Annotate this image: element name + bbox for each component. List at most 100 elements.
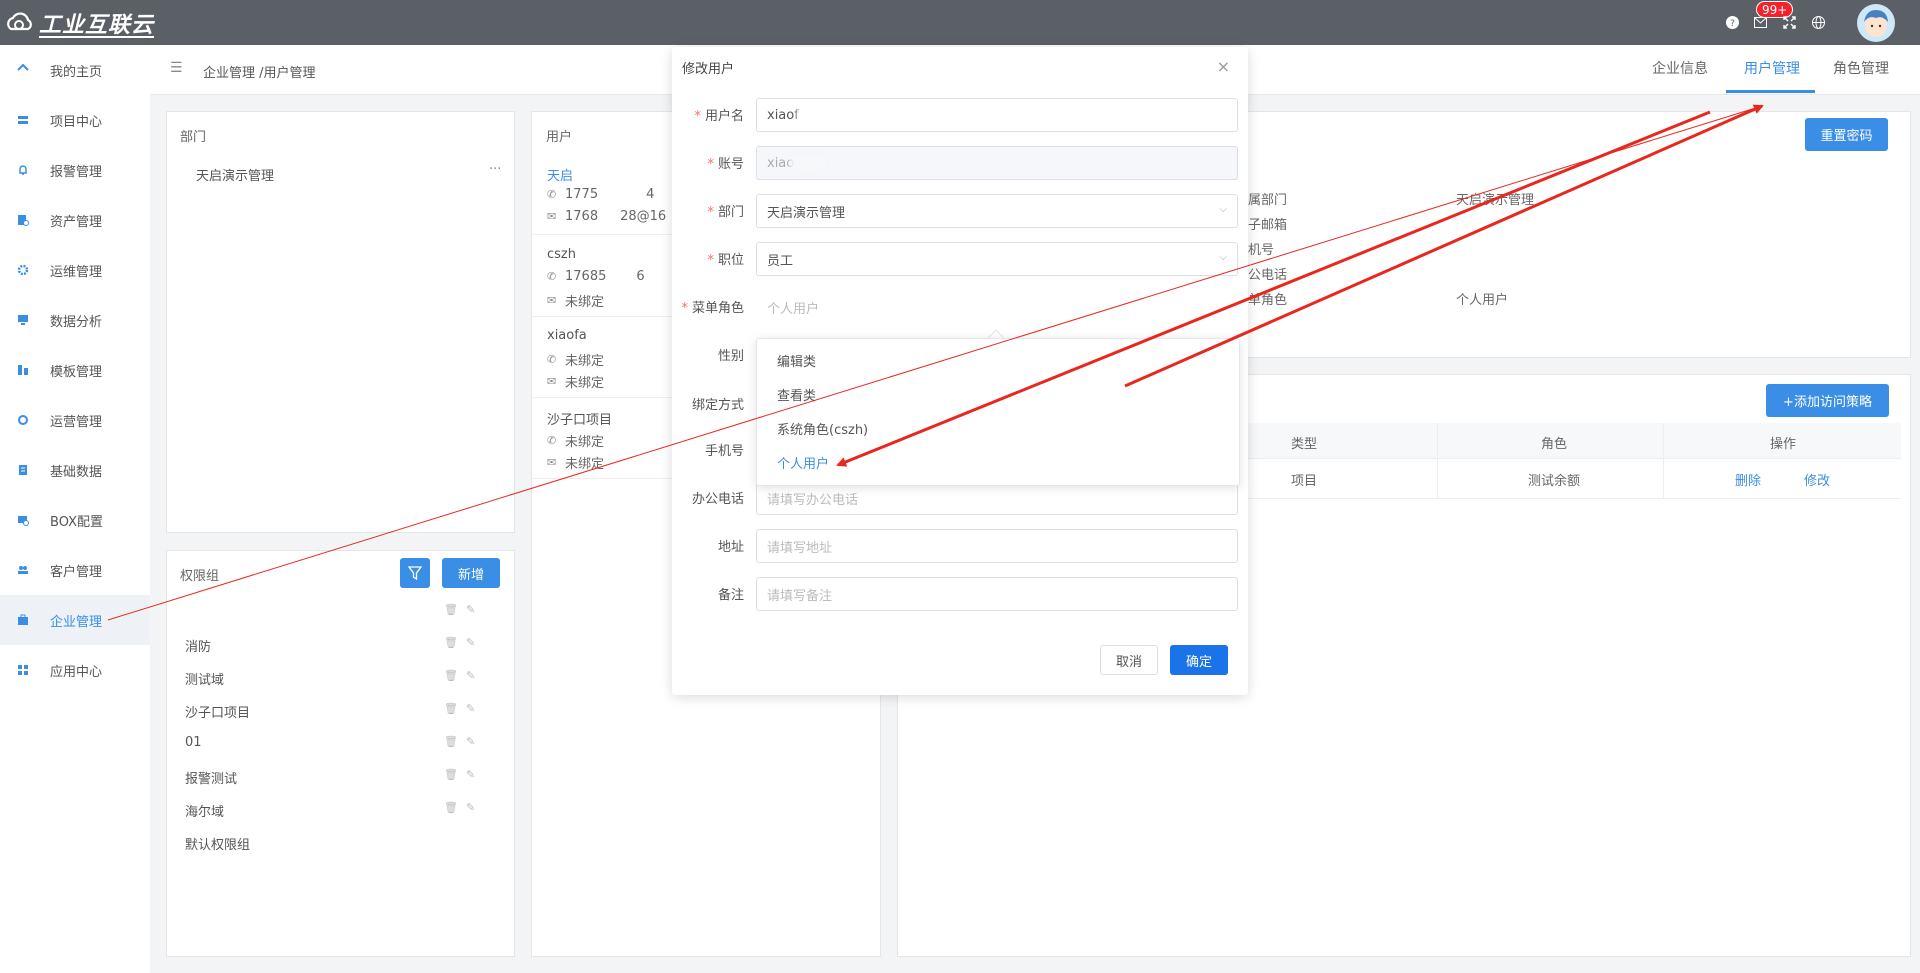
- sidebar-item-home[interactable]: 我的主页: [0, 45, 150, 95]
- sidebar-item-label: 模板管理: [50, 364, 103, 380]
- office-phone-input[interactable]: 请填写办公电话: [756, 481, 1238, 515]
- detail-label: 机号: [1248, 243, 1275, 258]
- user-avatar[interactable]: [1857, 4, 1895, 42]
- sidebar-item-projects[interactable]: 项目中心: [0, 95, 150, 145]
- sidebar-item-apps[interactable]: 应用中心: [0, 645, 150, 695]
- username-input[interactable]: xiaof: [756, 98, 1238, 132]
- account-input: xiao: [756, 146, 1238, 180]
- menu-role-select[interactable]: 个人用户: [756, 290, 1238, 324]
- edit-icon[interactable]: ✎: [466, 702, 475, 715]
- position-select[interactable]: 员工 ⌵: [756, 242, 1238, 276]
- user-name[interactable]: 天启: [547, 165, 573, 184]
- policy-type-cell: 项目: [1290, 474, 1318, 489]
- sidebar-item-label: 应用中心: [50, 664, 103, 680]
- user-name[interactable]: 沙子口项目: [547, 409, 612, 428]
- sidebar-item-label: 报警管理: [50, 164, 103, 180]
- row-actions: 🗑 ✎: [444, 636, 475, 649]
- filter-button[interactable]: [400, 558, 430, 588]
- edit-icon[interactable]: ✎: [466, 801, 475, 814]
- reset-password-button[interactable]: 重置密码: [1805, 118, 1888, 151]
- active-tab-indicator: [1726, 90, 1815, 93]
- delete-icon[interactable]: 🗑: [444, 702, 458, 715]
- chevron-down-icon: ⌵: [1219, 252, 1227, 263]
- address-label: 地址: [717, 540, 744, 555]
- edit-link[interactable]: 修改: [1804, 470, 1830, 489]
- add-access-policy-button[interactable]: +添加访问策略: [1766, 384, 1889, 417]
- sidebar-item-label: BOX配置: [50, 514, 103, 530]
- user-phone: ✆ 17685 6: [547, 269, 645, 284]
- tab-enterprise-info[interactable]: 企业信息: [1652, 58, 1708, 78]
- remark-input[interactable]: 请填写备注: [756, 577, 1238, 611]
- phone-label: 手机号: [704, 444, 744, 459]
- globe-icon[interactable]: [1810, 14, 1826, 30]
- sidebar-item-operations[interactable]: 运营管理: [0, 395, 150, 445]
- permission-group-title: 权限组: [180, 569, 220, 584]
- dropdown-option[interactable]: 编辑类: [777, 351, 816, 370]
- redaction-blur: [790, 154, 826, 172]
- dropdown-option-selected[interactable]: 个人用户: [777, 453, 829, 472]
- address-input[interactable]: 请填写地址: [756, 529, 1238, 563]
- delete-icon[interactable]: 🗑: [444, 768, 458, 781]
- logo[interactable]: 工业互联云: [5, 7, 154, 39]
- menu-toggle-icon[interactable]: ☰: [170, 60, 183, 76]
- delete-icon[interactable]: 🗑: [444, 669, 458, 682]
- row-actions: 🗑 ✎: [444, 603, 475, 616]
- bind-method-label: 绑定方式: [691, 398, 744, 413]
- tab-user-management[interactable]: 用户管理: [1744, 58, 1800, 78]
- tab-role-management[interactable]: 角色管理: [1833, 58, 1889, 78]
- detail-label: 子邮箱: [1248, 218, 1288, 233]
- edit-icon[interactable]: ✎: [466, 603, 475, 616]
- sidebar-item-box[interactable]: BOX配置: [0, 495, 150, 545]
- sidebar-item-alarms[interactable]: 报警管理: [0, 145, 150, 195]
- permission-group-row[interactable]: 海尔域: [185, 801, 224, 820]
- more-options-icon[interactable]: ···: [489, 162, 501, 177]
- add-permission-group-button[interactable]: 新增: [442, 558, 500, 588]
- column-header: 类型: [1290, 437, 1318, 452]
- user-name[interactable]: cszh: [547, 247, 576, 262]
- chevron-down-icon: ⌵: [1219, 204, 1227, 215]
- delete-icon[interactable]: 🗑: [444, 801, 458, 814]
- sidebar-item-customers[interactable]: 客户管理: [0, 545, 150, 595]
- fullscreen-icon[interactable]: [1781, 14, 1797, 30]
- user-phone: ✆ 未绑定: [547, 353, 605, 369]
- permission-group-row[interactable]: 报警测试: [185, 768, 237, 787]
- department-label: * 部门: [707, 205, 744, 220]
- confirm-button[interactable]: 确定: [1170, 645, 1228, 675]
- sidebar-item-label: 资产管理: [50, 214, 103, 230]
- help-icon[interactable]: ?: [1724, 14, 1740, 30]
- user-email: ✉ 未绑定: [547, 456, 605, 472]
- sidebar-item-ops[interactable]: 运维管理: [0, 245, 150, 295]
- department-select[interactable]: 天启演示管理 ⌵: [756, 194, 1238, 228]
- mail-icon: ✉: [547, 375, 557, 388]
- sidebar-item-templates[interactable]: 模板管理: [0, 345, 150, 395]
- sidebar-item-analytics[interactable]: 数据分析: [0, 295, 150, 345]
- users-icon: [16, 563, 30, 577]
- phone-icon: ✆: [547, 270, 557, 283]
- department-item[interactable]: 天启演示管理: [196, 165, 274, 184]
- delete-icon[interactable]: 🗑: [444, 735, 458, 748]
- edit-icon[interactable]: ✎: [466, 768, 475, 781]
- edit-icon[interactable]: ✎: [466, 735, 475, 748]
- edit-icon[interactable]: ✎: [466, 636, 475, 649]
- dropdown-option[interactable]: 查看类: [777, 385, 816, 404]
- sidebar-item-label: 我的主页: [50, 64, 103, 80]
- delete-link[interactable]: 删除: [1735, 470, 1761, 489]
- detail-label: 公电话: [1248, 268, 1288, 283]
- dropdown-option[interactable]: 系统角色(cszh): [777, 419, 868, 438]
- permission-group-row[interactable]: 默认权限组: [185, 834, 250, 853]
- delete-icon[interactable]: 🗑: [444, 603, 458, 616]
- sidebar-item-enterprise[interactable]: 企业管理: [0, 595, 150, 645]
- delete-icon[interactable]: 🗑: [444, 636, 458, 649]
- close-icon[interactable]: ×: [1217, 57, 1230, 76]
- permission-group-row[interactable]: 沙子口项目: [185, 702, 250, 721]
- permission-group-row[interactable]: 01: [185, 735, 202, 750]
- sidebar-item-assets[interactable]: 资产管理: [0, 195, 150, 245]
- sidebar-item-label: 企业管理: [50, 614, 103, 630]
- sidebar-item-basedata[interactable]: 基础数据: [0, 445, 150, 495]
- user-name[interactable]: xiaofa: [547, 328, 587, 343]
- cancel-button[interactable]: 取消: [1100, 645, 1158, 675]
- permission-group-row[interactable]: 测试域: [185, 669, 224, 688]
- edit-icon[interactable]: ✎: [466, 669, 475, 682]
- phone-icon: ✆: [547, 353, 557, 366]
- permission-group-row[interactable]: 消防: [185, 636, 211, 655]
